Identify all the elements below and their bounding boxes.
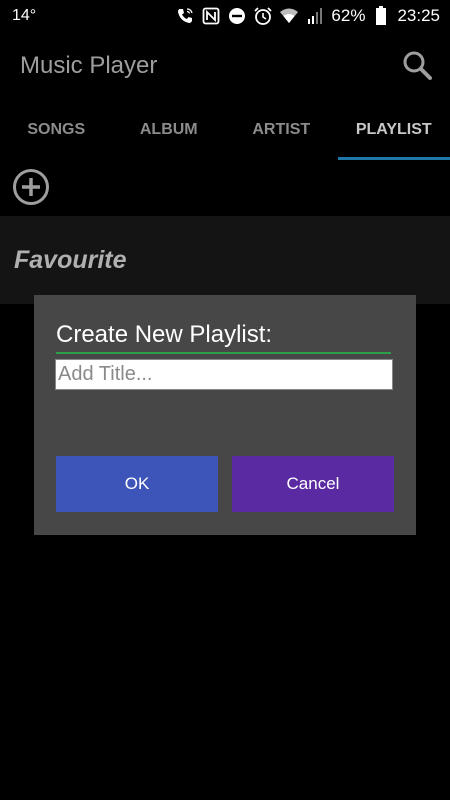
playlist-name: Favourite xyxy=(14,246,127,274)
tab-album[interactable]: ALBUM xyxy=(113,100,226,160)
battery-percent-text: 62% xyxy=(331,6,366,25)
status-icons: 62% 23:25 xyxy=(175,6,440,26)
tab-bar: SONGS ALBUM ARTIST PLAYLIST xyxy=(0,100,450,160)
create-playlist-dialog: Create New Playlist: OK Cancel xyxy=(34,295,416,535)
temperature-text: 14° xyxy=(12,7,37,24)
add-circle-icon xyxy=(13,169,49,205)
status-bar: 14° 62% 23:25 xyxy=(0,0,450,32)
app-bar: Music Player xyxy=(0,32,450,100)
cancel-button[interactable]: Cancel xyxy=(232,456,394,512)
nfc-icon xyxy=(201,6,221,26)
dialog-title: Create New Playlist: xyxy=(56,321,273,348)
clock-text: 23:25 xyxy=(397,6,440,25)
call-wifi-icon xyxy=(175,6,195,26)
do-not-disturb-icon xyxy=(227,6,247,26)
tab-artist[interactable]: ARTIST xyxy=(225,100,338,160)
ok-button[interactable]: OK xyxy=(56,456,218,512)
dialog-divider xyxy=(56,352,391,354)
playlist-item[interactable]: Favourite xyxy=(0,216,450,304)
app-title: Music Player xyxy=(20,52,158,79)
add-playlist-button[interactable] xyxy=(12,168,50,206)
signal-icon xyxy=(305,6,325,26)
battery-icon xyxy=(371,6,391,26)
wifi-icon xyxy=(279,6,299,26)
search-button[interactable] xyxy=(400,48,434,82)
playlist-title-input[interactable] xyxy=(55,359,393,390)
alarm-icon xyxy=(253,6,273,26)
search-icon xyxy=(403,51,432,80)
tab-playlist[interactable]: PLAYLIST xyxy=(337,100,450,160)
tab-songs[interactable]: SONGS xyxy=(0,100,113,160)
